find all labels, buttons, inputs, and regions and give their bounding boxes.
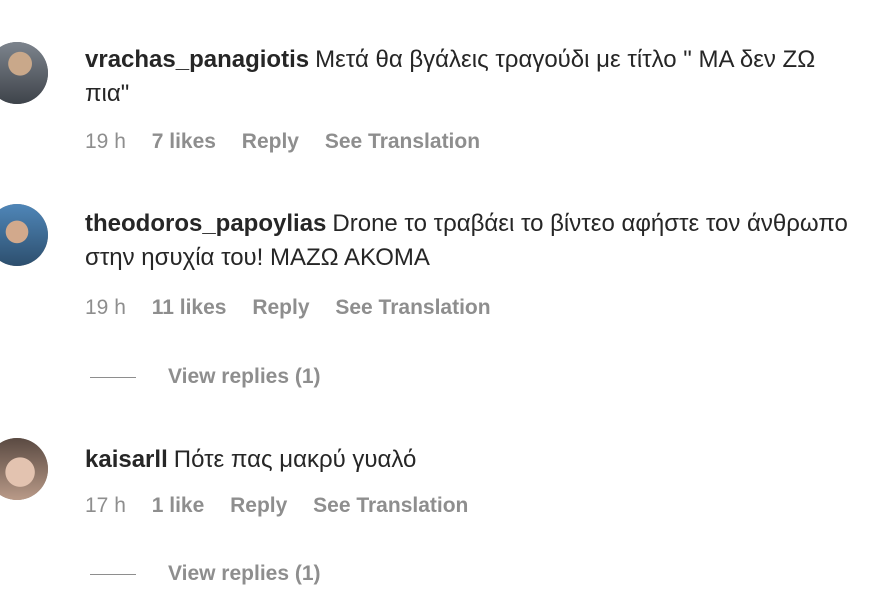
likes-count[interactable]: 1 like (152, 494, 205, 517)
view-replies-label: View replies (1) (168, 365, 321, 388)
reply-button[interactable]: Reply (252, 296, 309, 319)
divider-line (90, 573, 136, 575)
see-translation-button[interactable]: See Translation (325, 130, 480, 153)
timestamp[interactable]: 19 h (85, 130, 126, 153)
comment-content: Πότε πας μακρύ γυαλό (173, 446, 417, 473)
comment-meta: 17 h 1 like Reply See Translation (85, 494, 488, 518)
comment-body: theodoros_papoylias Drone το τραβάει το β… (85, 207, 860, 275)
likes-count[interactable]: 7 likes (152, 130, 216, 153)
comment-body: kaisarll Πότε πας μακρύ γυαλό (85, 443, 860, 477)
comment-body: vrachas_panagiotis Μετά θα βγάλεις τραγού… (85, 43, 860, 111)
avatar[interactable] (0, 42, 48, 104)
comment-text: kaisarll Πότε πας μακρύ γυαλό (85, 443, 860, 477)
likes-count[interactable]: 11 likes (152, 296, 227, 319)
view-replies-button[interactable]: View replies (1) (90, 365, 321, 389)
timestamp[interactable]: 17 h (85, 494, 126, 517)
avatar[interactable] (0, 204, 48, 266)
reply-button[interactable]: Reply (242, 130, 299, 153)
username[interactable]: vrachas_panagiotis (85, 46, 309, 73)
timestamp[interactable]: 19 h (85, 296, 126, 319)
view-replies-button[interactable]: View replies (1) (90, 562, 321, 586)
divider-line (90, 376, 136, 378)
reply-button[interactable]: Reply (230, 494, 287, 517)
username[interactable]: kaisarll (85, 446, 168, 473)
avatar[interactable] (0, 438, 48, 500)
comment-text: theodoros_papoylias Drone το τραβάει το β… (85, 207, 860, 275)
username[interactable]: theodoros_papoylias (85, 210, 326, 237)
comment-text: vrachas_panagiotis Μετά θα βγάλεις τραγού… (85, 43, 860, 111)
see-translation-button[interactable]: See Translation (335, 296, 490, 319)
comment-meta: 19 h 11 likes Reply See Translation (85, 296, 511, 320)
see-translation-button[interactable]: See Translation (313, 494, 468, 517)
view-replies-label: View replies (1) (168, 562, 321, 585)
comment-meta: 19 h 7 likes Reply See Translation (85, 130, 500, 154)
